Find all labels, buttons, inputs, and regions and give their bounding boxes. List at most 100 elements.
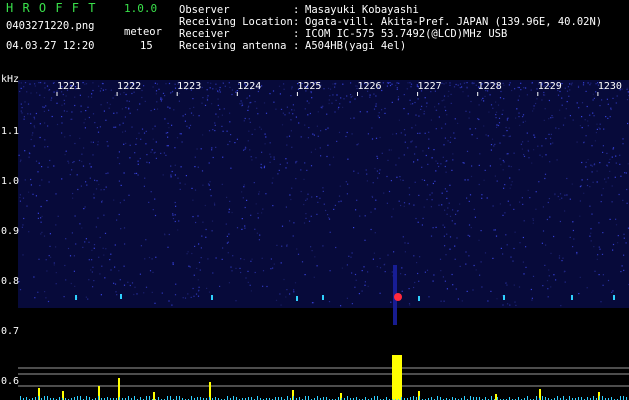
info-label-observer: Observer bbox=[179, 4, 230, 16]
noise-speck bbox=[450, 136, 452, 138]
noise-speck bbox=[518, 169, 520, 171]
noise-speck bbox=[545, 138, 547, 140]
noise-speck bbox=[461, 300, 463, 302]
noise-speck bbox=[389, 82, 391, 84]
noise-speck bbox=[596, 170, 598, 172]
level-noise bbox=[413, 396, 414, 400]
noise-speck bbox=[387, 159, 389, 161]
noise-speck bbox=[503, 98, 505, 100]
noise-speck bbox=[172, 263, 174, 265]
noise-speck bbox=[483, 100, 485, 102]
noise-speck bbox=[502, 135, 504, 137]
noise-speck bbox=[564, 117, 566, 119]
noise-speck bbox=[241, 218, 243, 220]
noise-speck bbox=[221, 114, 223, 116]
noise-speck bbox=[355, 209, 357, 211]
noise-speck bbox=[432, 182, 434, 185]
noise-speck bbox=[55, 283, 57, 285]
noise-speck bbox=[452, 153, 454, 155]
noise-speck bbox=[500, 164, 502, 166]
noise-speck bbox=[456, 237, 458, 239]
noise-speck bbox=[361, 290, 363, 292]
noise-speck bbox=[372, 258, 374, 260]
noise-speck bbox=[422, 217, 424, 219]
level-noise bbox=[86, 396, 87, 400]
noise-speck bbox=[161, 292, 163, 294]
noise-speck bbox=[514, 301, 516, 303]
noise-speck bbox=[465, 263, 467, 265]
noise-speck bbox=[445, 254, 447, 256]
noise-speck bbox=[579, 215, 581, 217]
noise-speck bbox=[154, 198, 156, 200]
noise-speck bbox=[625, 242, 627, 244]
noise-speck bbox=[22, 224, 24, 226]
noise-speck bbox=[257, 113, 259, 115]
meteor-count: 15 bbox=[140, 40, 153, 52]
noise-speck bbox=[543, 91, 545, 94]
noise-speck bbox=[374, 232, 376, 234]
noise-speck bbox=[579, 125, 581, 127]
noise-speck bbox=[44, 291, 46, 293]
noise-speck bbox=[347, 183, 349, 185]
noise-speck bbox=[346, 193, 348, 195]
noise-speck bbox=[612, 249, 614, 251]
noise-speck bbox=[423, 179, 426, 181]
noise-speck bbox=[308, 102, 310, 104]
noise-speck bbox=[590, 228, 592, 230]
noise-speck bbox=[519, 201, 521, 203]
noise-speck bbox=[364, 215, 366, 217]
noise-speck bbox=[531, 82, 533, 84]
noise-speck bbox=[291, 109, 293, 111]
noise-speck bbox=[109, 103, 111, 105]
noise-speck bbox=[525, 87, 527, 89]
noise-speck bbox=[371, 127, 373, 129]
noise-speck bbox=[290, 130, 292, 132]
noise-speck bbox=[509, 187, 511, 189]
noise-speck bbox=[306, 169, 308, 171]
noise-speck bbox=[340, 200, 342, 202]
noise-speck bbox=[455, 213, 457, 215]
noise-speck bbox=[426, 198, 428, 201]
noise-speck bbox=[260, 163, 262, 165]
noise-speck bbox=[217, 98, 219, 100]
noise-speck bbox=[412, 103, 414, 105]
noise-speck bbox=[337, 108, 339, 110]
noise-speck bbox=[256, 232, 258, 234]
noise-speck bbox=[373, 252, 375, 254]
noise-speck bbox=[343, 98, 345, 100]
noise-speck bbox=[122, 122, 124, 124]
noise-speck bbox=[148, 162, 150, 164]
noise-speck bbox=[174, 214, 176, 216]
noise-speck bbox=[63, 296, 65, 298]
noise-speck bbox=[532, 275, 535, 277]
noise-speck bbox=[348, 255, 350, 257]
noise-speck bbox=[310, 92, 312, 94]
noise-speck bbox=[162, 92, 165, 94]
noise-speck bbox=[33, 118, 36, 120]
noise-speck bbox=[207, 183, 210, 185]
noise-speck bbox=[55, 224, 57, 226]
level-noise bbox=[191, 396, 192, 400]
noise-speck bbox=[590, 240, 592, 242]
noise-speck bbox=[92, 266, 94, 268]
noise-speck bbox=[24, 179, 26, 181]
noise-speck bbox=[276, 244, 278, 246]
noise-speck bbox=[85, 238, 87, 240]
noise-speck bbox=[144, 100, 146, 102]
noise-speck bbox=[560, 305, 562, 307]
noise-speck bbox=[527, 140, 529, 142]
noise-speck bbox=[180, 133, 182, 135]
noise-speck bbox=[226, 242, 228, 244]
noise-speck bbox=[544, 264, 546, 266]
level-noise bbox=[44, 396, 45, 400]
noise-speck bbox=[410, 86, 412, 88]
noise-speck bbox=[279, 293, 281, 295]
noise-speck bbox=[533, 105, 535, 107]
noise-speck bbox=[446, 197, 448, 199]
noise-speck bbox=[219, 285, 221, 287]
noise-speck bbox=[377, 177, 379, 179]
noise-speck bbox=[626, 202, 628, 204]
noise-speck bbox=[609, 116, 611, 118]
noise-speck bbox=[345, 181, 347, 183]
noise-speck bbox=[22, 254, 24, 256]
